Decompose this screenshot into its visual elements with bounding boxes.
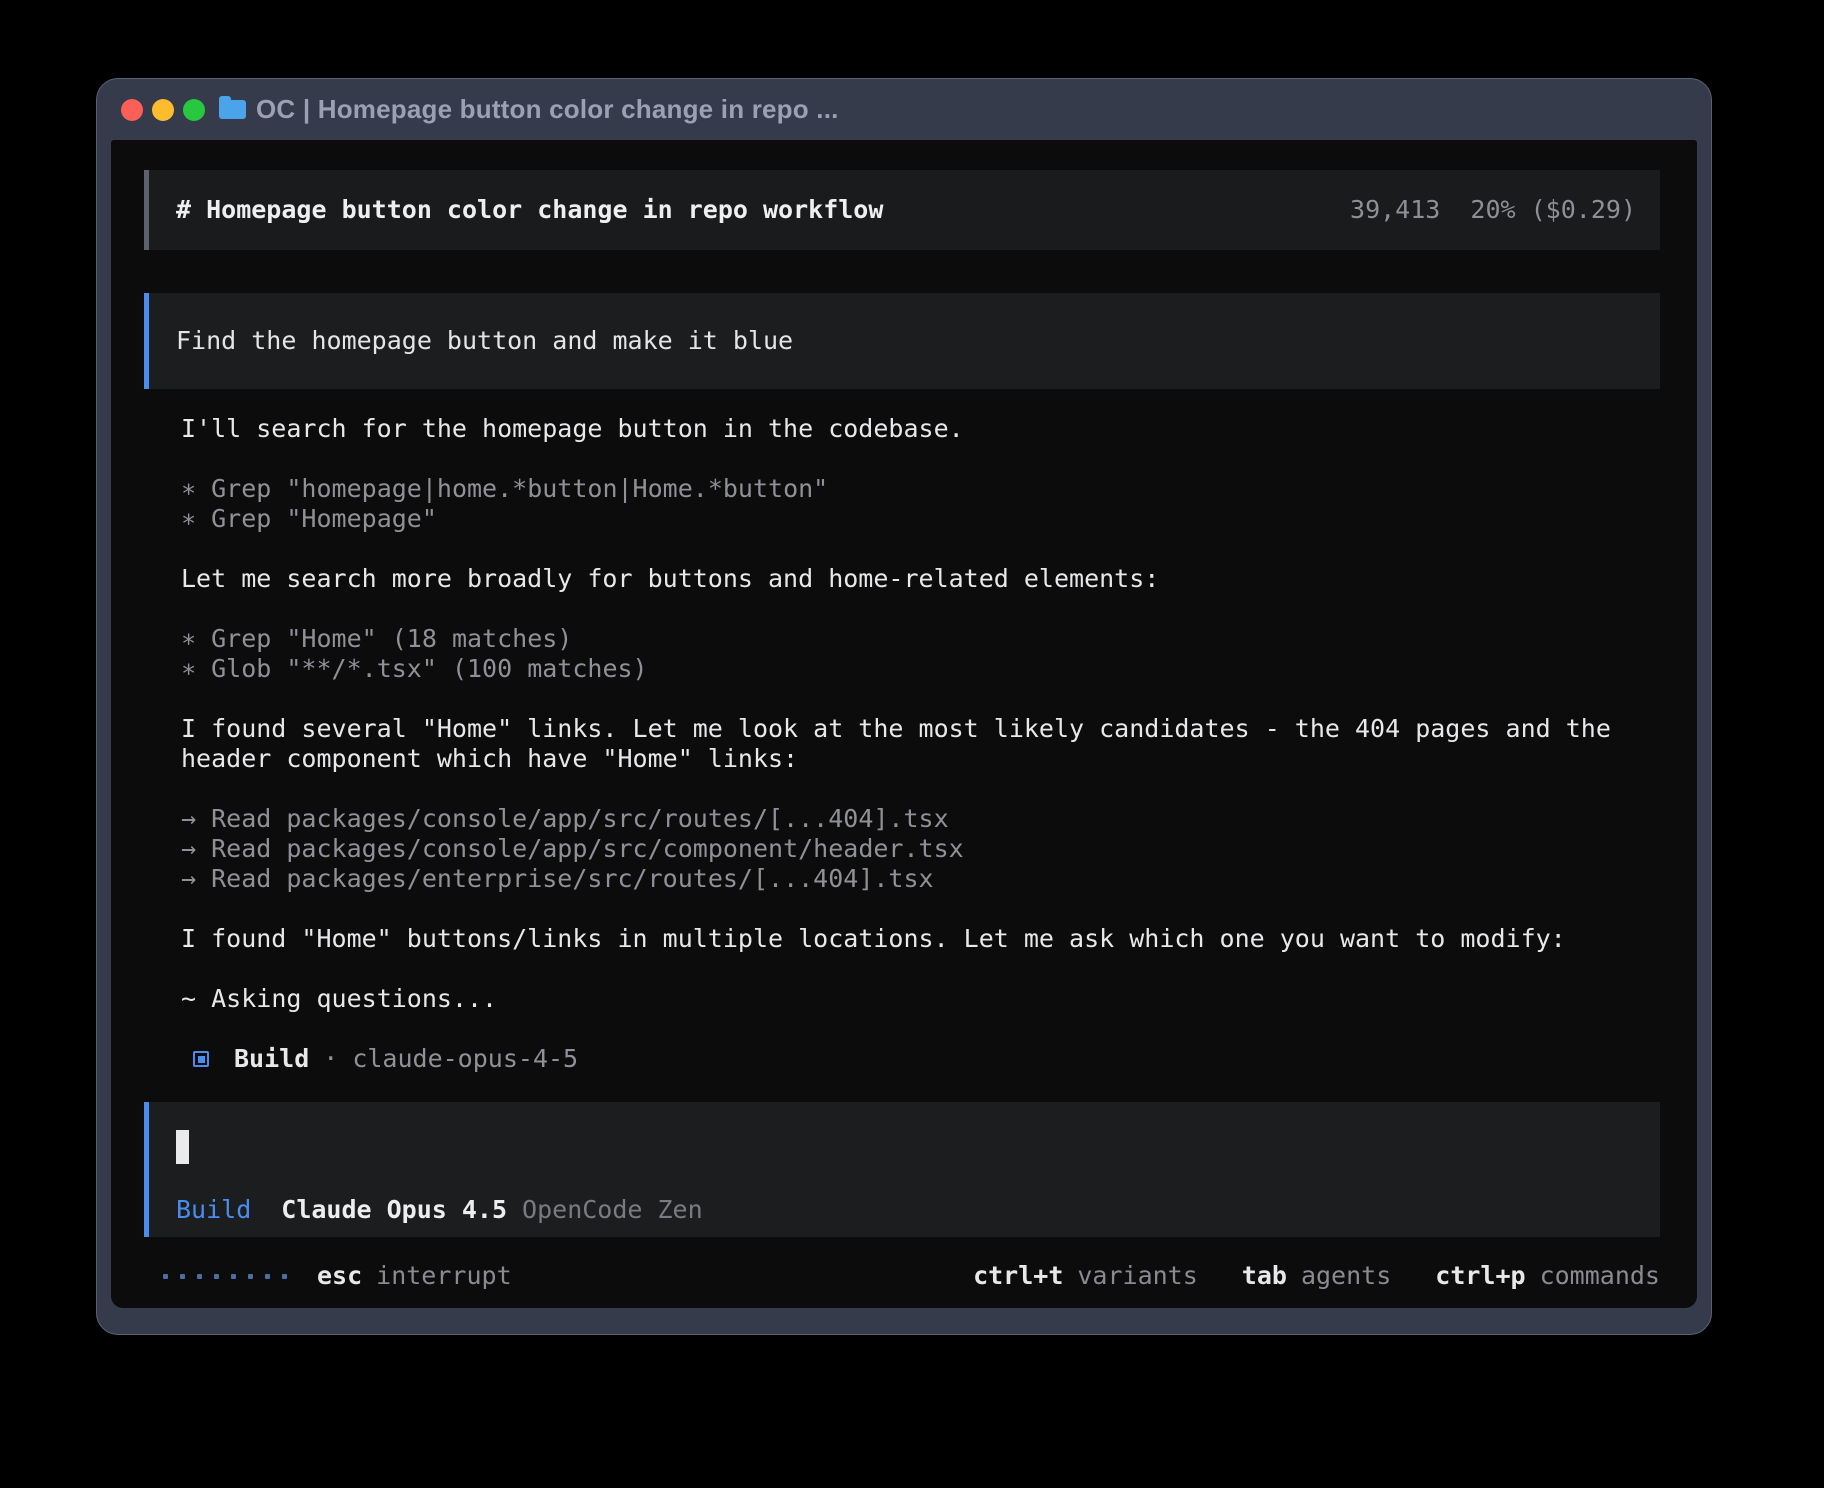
spinner-dot [180, 1274, 185, 1279]
tool-calls: ∗ Grep "homepage|home.*button|Home.*butt… [181, 474, 1660, 534]
hint-agents: tab agents [1242, 1261, 1391, 1291]
spinner-dot [214, 1274, 219, 1279]
zoom-button[interactable] [183, 99, 205, 121]
input-agent-label: Build [176, 1195, 251, 1225]
square-badge-icon [193, 1051, 209, 1067]
assistant-text: Let me search more broadly for buttons a… [181, 564, 1660, 594]
input-meta-row: Build Claude Opus 4.5 OpenCode Zen [176, 1195, 1633, 1225]
hint-variants: ctrl+t variants [973, 1261, 1198, 1291]
token-usage-stats: 39,413 20% ($0.29) [1350, 195, 1636, 225]
minimize-button[interactable] [152, 99, 174, 121]
agent-model: claude-opus-4-5 [352, 1044, 578, 1074]
text-cursor [176, 1130, 189, 1164]
session-header: # Homepage button color change in repo w… [144, 170, 1660, 250]
spinner-dot [163, 1274, 168, 1279]
read-file-line: → Read packages/console/app/src/componen… [181, 834, 1660, 864]
prompt-input[interactable]: Build Claude Opus 4.5 OpenCode Zen [144, 1102, 1660, 1237]
spinner-dots [163, 1274, 287, 1279]
input-provider-label: OpenCode Zen [522, 1195, 703, 1225]
assistant-text: I found "Home" buttons/links in multiple… [181, 924, 1660, 954]
arrow-right-icon: → [181, 804, 196, 833]
tool-asterisk-icon: ∗ [181, 504, 196, 533]
close-button[interactable] [121, 99, 143, 121]
tool-asterisk-icon: ∗ [181, 624, 196, 653]
window-title: OC | Homepage button color change in rep… [256, 94, 839, 125]
read-file-line: → Read packages/console/app/src/routes/[… [181, 804, 1660, 834]
terminal-pane: # Homepage button color change in repo w… [111, 140, 1697, 1308]
tool-asterisk-icon: ∗ [181, 654, 196, 683]
arrow-right-icon: → [181, 864, 196, 893]
hint-commands: ctrl+p commands [1435, 1261, 1660, 1291]
user-message: Find the homepage button and make it blu… [144, 293, 1660, 389]
traffic-lights [121, 99, 205, 121]
spinner-dot [282, 1274, 287, 1279]
tool-calls: ∗ Grep "Home" (18 matches) ∗ Glob "**/*.… [181, 624, 1660, 684]
assistant-text: I found several "Home" links. Let me loo… [181, 714, 1660, 774]
title-bar: OC | Homepage button color change in rep… [97, 79, 1711, 140]
spinner-dot [265, 1274, 270, 1279]
tool-call-line: ∗ Grep "Homepage" [181, 504, 1660, 534]
tool-asterisk-icon: ∗ [181, 474, 196, 503]
status-bar-right: ctrl+t variants tab agents ctrl+p comman… [973, 1261, 1660, 1291]
input-model-label: Claude Opus 4.5 [281, 1195, 507, 1225]
conversation: I'll search for the homepage button in t… [181, 414, 1660, 1074]
session-title: # Homepage button color change in repo w… [176, 195, 883, 225]
spinner-dot [197, 1274, 202, 1279]
hint-interrupt: esc interrupt [317, 1261, 512, 1291]
tool-calls: → Read packages/console/app/src/routes/[… [181, 804, 1660, 894]
assistant-text: I'll search for the homepage button in t… [181, 414, 1660, 444]
app-window: OC | Homepage button color change in rep… [96, 78, 1712, 1335]
user-message-text: Find the homepage button and make it blu… [176, 326, 1633, 356]
dot-separator: · [323, 1044, 338, 1074]
tool-call-line: ∗ Grep "homepage|home.*button|Home.*butt… [181, 474, 1660, 504]
tool-call-line: ∗ Glob "**/*.tsx" (100 matches) [181, 654, 1660, 684]
tilde-icon: ~ [181, 984, 196, 1013]
agent-name: Build [234, 1044, 309, 1074]
status-bar: esc interrupt ctrl+t variants tab agents… [144, 1261, 1660, 1291]
arrow-right-icon: → [181, 834, 196, 863]
asking-status: ~ Asking questions... [181, 984, 1660, 1014]
agent-badge: Build · claude-opus-4-5 [181, 1044, 1660, 1074]
spinner-dot [248, 1274, 253, 1279]
folder-icon [219, 100, 246, 119]
read-file-line: → Read packages/enterprise/src/routes/[.… [181, 864, 1660, 894]
tool-call-line: ∗ Grep "Home" (18 matches) [181, 624, 1660, 654]
spinner-dot [231, 1274, 236, 1279]
